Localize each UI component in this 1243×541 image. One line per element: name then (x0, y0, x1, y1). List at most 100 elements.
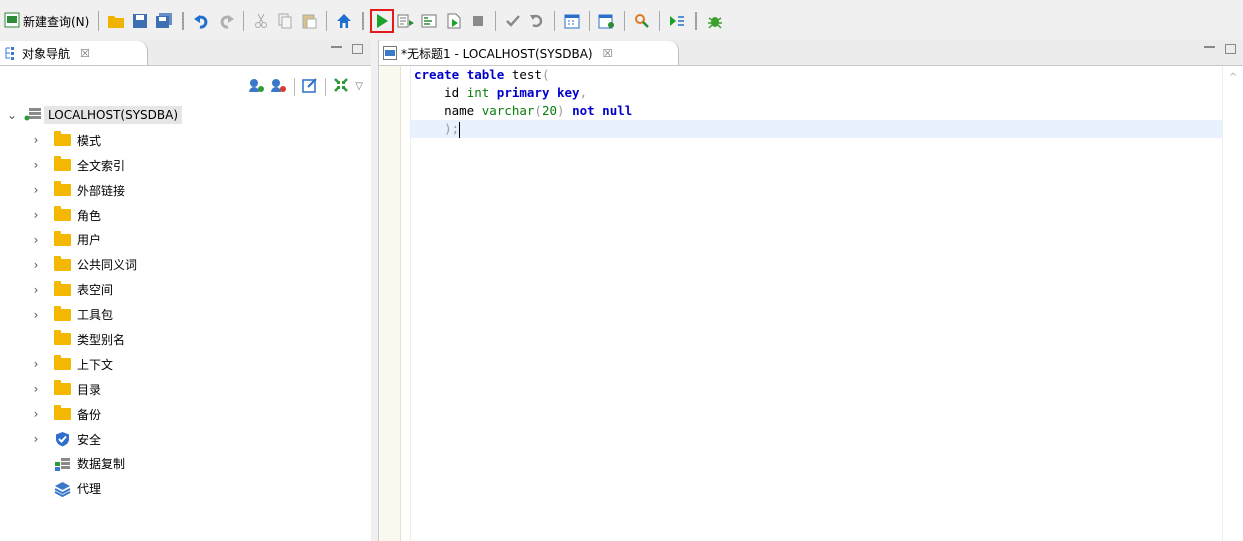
tree-node-label: 全文索引 (77, 158, 126, 173)
debug-button[interactable] (704, 10, 726, 32)
tree-node[interactable]: › 备份 (0, 402, 371, 427)
search-button[interactable] (631, 10, 653, 32)
tree-node[interactable]: › 模式 (0, 128, 371, 153)
connect-icon[interactable] (247, 77, 265, 96)
execute-button[interactable] (370, 9, 395, 33)
toolbar-row: 新建查询(N) (4, 9, 727, 33)
chevron-right-icon[interactable]: › (30, 432, 42, 446)
chevron-right-icon[interactable]: › (30, 382, 42, 396)
home-button[interactable] (333, 10, 355, 32)
rollback-button[interactable] (526, 10, 548, 32)
chevron-right-icon[interactable]: › (30, 258, 42, 272)
chevron-right-icon[interactable]: › (30, 158, 42, 172)
toolbar-separator (325, 77, 327, 96)
tree-node[interactable]: › 工具包 (0, 302, 371, 327)
chevron-right-icon[interactable]: › (30, 208, 42, 222)
tree-node-label: 目录 (77, 382, 102, 397)
redo-button[interactable] (215, 10, 237, 32)
tree-node[interactable]: 类型别名 (0, 327, 371, 352)
server-connection-icon (24, 107, 42, 124)
minimize-icon[interactable] (1204, 46, 1215, 56)
execute-script-button[interactable] (443, 10, 465, 32)
navigator-icon (5, 47, 14, 60)
tree-children: › 模式 › 全文索引 › 外部链接 › 角色 › 用户 › 公共同义词 › 表空间 › 工具包 类型别名 › 上下… (0, 128, 371, 501)
folder-icon (54, 255, 71, 271)
code-line: create table test( (414, 67, 550, 82)
chevron-right-icon[interactable]: › (30, 233, 42, 247)
tree-node-root[interactable]: ⌄ LOCALHOST(SYSDBA) (0, 103, 371, 128)
chevron-right-icon[interactable]: › (30, 283, 42, 297)
close-icon[interactable]: ☒ (603, 47, 613, 60)
chevron-right-icon[interactable]: › (30, 308, 42, 322)
undo-icon (194, 15, 208, 29)
copy-button[interactable] (274, 10, 296, 32)
object-tree: ⌄ LOCALHOST(SYSDBA) › 模式 › 全文索引 › 外部链接 › 角色 › 用户 ›… (0, 103, 371, 501)
edit-icon[interactable] (302, 77, 318, 96)
commit-button[interactable] (502, 10, 524, 32)
tab-object-navigator[interactable]: 对象导航 ☒ (0, 41, 148, 65)
tree-node[interactable]: › 安全 (0, 427, 371, 452)
panel-window-buttons (1204, 44, 1236, 56)
maximize-icon[interactable] (1225, 44, 1236, 54)
tree-node-label: 类型别名 (77, 332, 126, 347)
navigator-toolbar: ▽ (247, 77, 363, 96)
new-query-button[interactable]: 新建查询(N) (4, 12, 89, 31)
folder-icon (54, 206, 71, 221)
explain-button[interactable] (419, 10, 441, 32)
tree-node[interactable]: › 表空间 (0, 277, 371, 302)
tree-node[interactable]: › 全文索引 (0, 153, 371, 178)
execute-step-button[interactable] (395, 10, 417, 32)
chevron-right-icon[interactable]: › (30, 183, 42, 197)
editor-tab-bar: *无标题1 - LOCALHOST(SYSDBA) ☒ (379, 40, 1243, 66)
format-icon (670, 16, 685, 26)
sql-file-icon (383, 46, 397, 60)
vertical-scrollbar[interactable]: ^ (1222, 66, 1243, 541)
tree-node[interactable]: 代理 (0, 476, 371, 501)
toolbar-separator (554, 11, 556, 31)
undo-button[interactable] (191, 10, 213, 32)
tab-sql-editor[interactable]: *无标题1 - LOCALHOST(SYSDBA) ☒ (379, 41, 679, 65)
stop-button[interactable] (467, 10, 489, 32)
tree-node[interactable]: › 上下文 (0, 352, 371, 377)
collapse-all-icon[interactable] (333, 77, 349, 96)
open-folder-button[interactable] (105, 10, 127, 32)
tree-node[interactable]: 数据复制 (0, 451, 371, 476)
tree-node[interactable]: › 用户 (0, 227, 371, 252)
save-all-button[interactable] (153, 10, 175, 32)
tab-title: *无标题1 - LOCALHOST(SYSDBA) (401, 46, 593, 61)
schedule-run-button[interactable] (596, 10, 618, 32)
view-menu-icon[interactable]: ▽ (355, 81, 363, 92)
chevron-right-icon[interactable]: › (30, 407, 42, 421)
tree-node[interactable]: › 公共同义词 (0, 252, 371, 277)
maximize-icon[interactable] (352, 44, 363, 54)
toolbar-grip (362, 12, 365, 30)
schedule-button[interactable] (561, 10, 583, 32)
chevron-right-icon[interactable]: › (30, 357, 42, 371)
minimize-icon[interactable] (331, 46, 342, 56)
scroll-up-icon[interactable]: ^ (1229, 72, 1237, 83)
panel-splitter[interactable] (371, 40, 378, 541)
paste-button[interactable] (298, 10, 320, 32)
folder-icon (54, 131, 71, 147)
chevron-right-icon[interactable]: › (30, 133, 42, 147)
format-button[interactable] (666, 10, 688, 32)
open-folder-icon (108, 16, 125, 28)
chevron-down-icon[interactable]: ⌄ (6, 108, 18, 122)
cut-button[interactable] (250, 10, 272, 32)
sql-code-area[interactable]: create table test( id int primary key, n… (411, 66, 1222, 541)
toolbar-separator (495, 11, 497, 31)
tree-node[interactable]: › 角色 (0, 203, 371, 228)
shield-icon (54, 431, 71, 447)
disconnect-icon[interactable] (269, 77, 287, 96)
save-icon (133, 14, 148, 28)
tree-node[interactable]: › 目录 (0, 377, 371, 402)
folder-icon (54, 330, 71, 346)
tree-node-label: 数据复制 (77, 457, 126, 472)
folder-icon (54, 355, 71, 371)
close-icon[interactable]: ☒ (80, 47, 90, 60)
layers-icon (54, 481, 71, 497)
tree-node[interactable]: › 外部链接 (0, 178, 371, 203)
folder-icon (54, 156, 71, 172)
toolbar-separator (243, 11, 245, 31)
save-button[interactable] (129, 10, 151, 32)
